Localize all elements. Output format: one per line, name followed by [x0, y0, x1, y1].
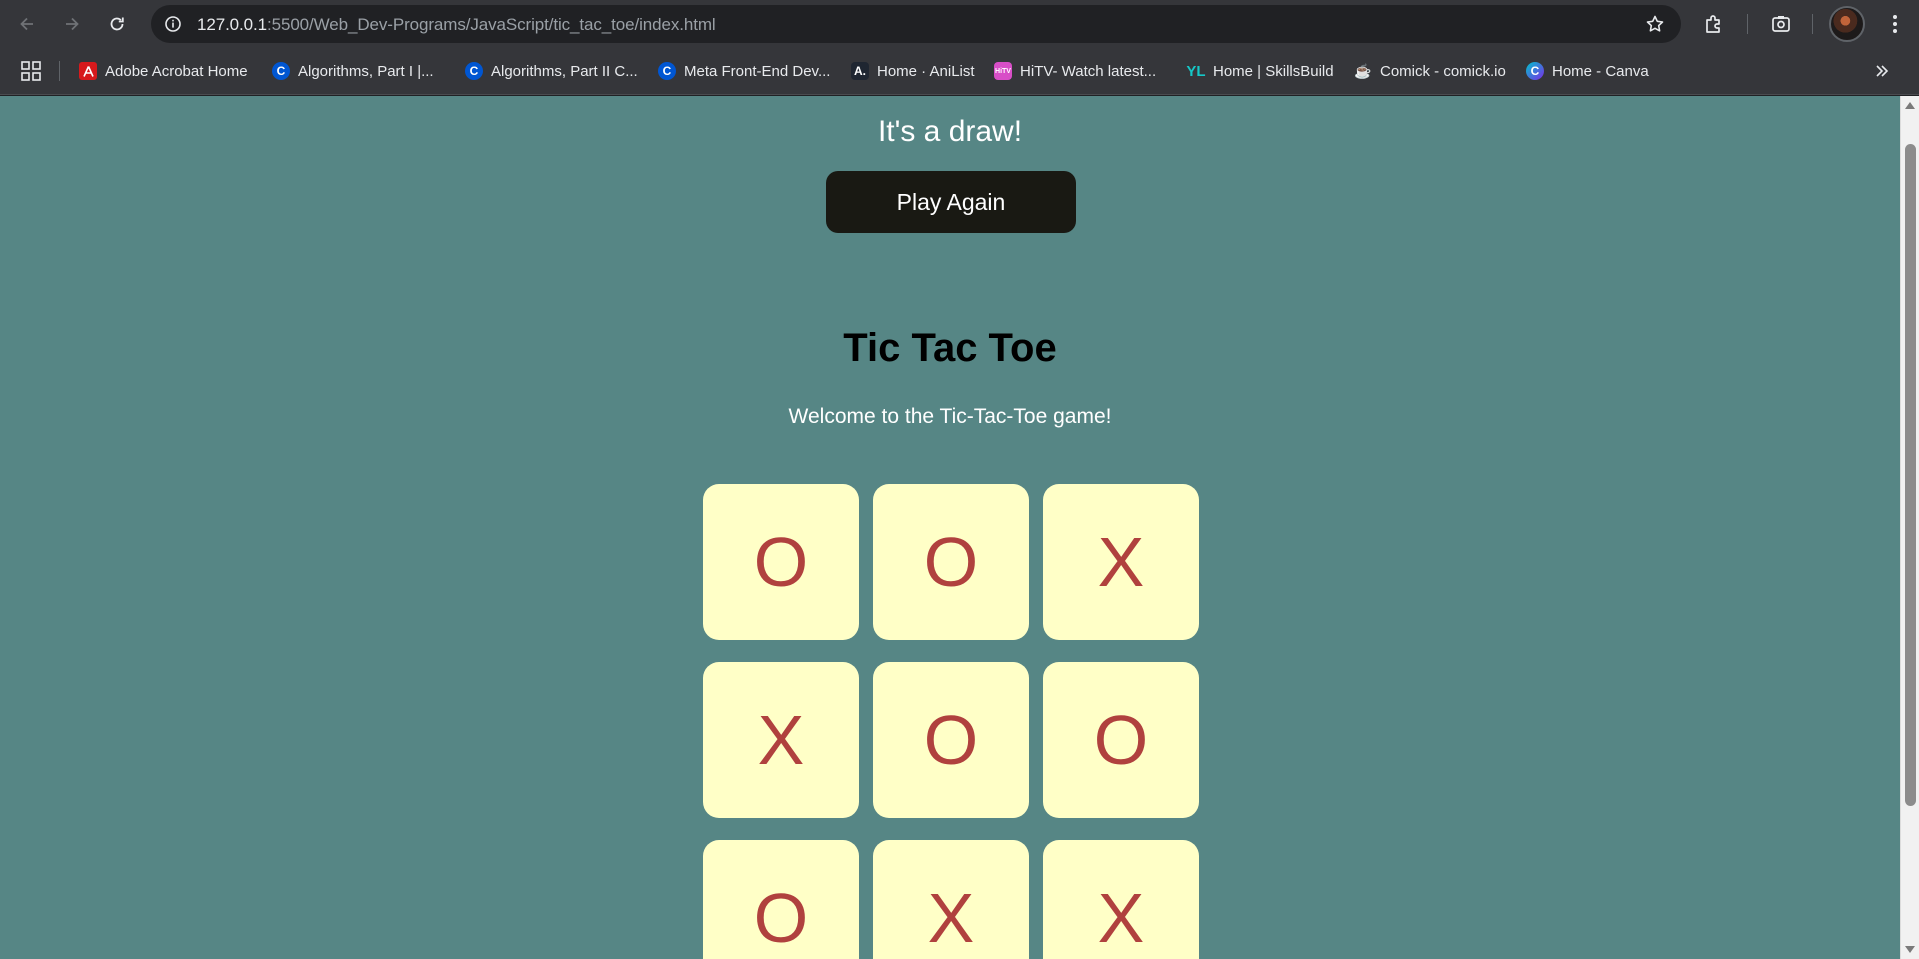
url-path: :5500/Web_Dev-Programs/JavaScript/tic_ta…	[267, 15, 716, 34]
board-cell-5[interactable]: O	[873, 662, 1029, 818]
extensions-icon[interactable]	[1700, 10, 1728, 38]
board-cell-7[interactable]: O	[703, 840, 859, 959]
reload-icon	[110, 17, 124, 31]
address-bar[interactable]: 127.0.0.1:5500/Web_Dev-Programs/JavaScri…	[151, 5, 1681, 43]
forward-button[interactable]	[56, 8, 88, 40]
bookmark-label: HiTV- Watch latest...	[1020, 62, 1157, 80]
board-cell-3[interactable]: X	[1043, 484, 1199, 640]
canva-icon: C	[1526, 62, 1544, 80]
scroll-up-arrow-icon[interactable]	[1905, 102, 1915, 109]
chevron-double-right-icon[interactable]	[1871, 60, 1893, 82]
bookmark-label: Comick - comick.io	[1380, 62, 1506, 80]
board-cell-9[interactable]: X	[1043, 840, 1199, 959]
bookmark-label: Home - Canva	[1552, 62, 1649, 80]
screenshot-icon[interactable]	[1767, 10, 1795, 38]
back-button[interactable]	[11, 8, 43, 40]
coursera-icon: C	[272, 62, 290, 80]
more-menu-icon[interactable]	[1881, 10, 1909, 38]
play-again-button[interactable]: Play Again	[826, 171, 1076, 233]
bookmark-canva[interactable]: C Home - Canva	[1526, 58, 1649, 84]
board-cell-6[interactable]: O	[1043, 662, 1199, 818]
anilist-icon: A.	[851, 62, 869, 80]
bookmark-meta-front-end[interactable]: C Meta Front-End Dev...	[658, 58, 830, 84]
reload-button[interactable]	[101, 8, 133, 40]
profile-avatar[interactable]	[1829, 6, 1865, 42]
board-cell-4[interactable]: X	[703, 662, 859, 818]
bookmark-star-icon[interactable]	[1643, 12, 1667, 36]
bookmark-label: Algorithms, Part II C...	[491, 62, 638, 80]
hitv-icon: HiTV	[994, 62, 1012, 80]
bookmark-label: Home | SkillsBuild	[1213, 62, 1334, 80]
page-title: Tic Tac Toe	[843, 326, 1057, 370]
bookmark-label: Algorithms, Part I |...	[298, 62, 434, 80]
arrow-right-icon	[66, 17, 79, 31]
page-scrollbar[interactable]	[1900, 96, 1919, 959]
comick-icon: ☕	[1354, 62, 1372, 79]
bookmark-label: Home · AniList	[877, 62, 975, 80]
scrollbar-thumb[interactable]	[1905, 144, 1916, 806]
coursera-icon: C	[658, 62, 676, 80]
bookmark-anilist[interactable]: A. Home · AniList	[851, 58, 975, 84]
bookmark-label: Adobe Acrobat Home	[105, 62, 248, 80]
bookmark-comick[interactable]: ☕ Comick - comick.io	[1354, 58, 1506, 84]
apps-grid-icon[interactable]	[20, 60, 42, 82]
toolbar-divider	[1747, 14, 1748, 34]
bookmark-hitv[interactable]: HiTV HiTV- Watch latest...	[994, 58, 1156, 84]
board-cell-8[interactable]: X	[873, 840, 1029, 959]
board-cell-2[interactable]: O	[873, 484, 1029, 640]
result-message: It's a draw!	[877, 115, 1023, 148]
browser-toolbar: 127.0.0.1:5500/Web_Dev-Programs/JavaScri…	[0, 0, 1919, 47]
arrow-left-icon	[20, 17, 33, 31]
toolbar-divider	[1812, 14, 1813, 34]
skillsbuild-icon: YL	[1186, 62, 1206, 80]
bookmark-label: Meta Front-End Dev...	[684, 62, 831, 80]
scroll-down-arrow-icon[interactable]	[1905, 946, 1915, 953]
bookmark-algorithms-part-2[interactable]: C Algorithms, Part II C...	[465, 58, 638, 84]
bookmark-adobe-acrobat[interactable]: Adobe Acrobat Home	[79, 58, 248, 84]
bookmark-algorithms-part-1[interactable]: C Algorithms, Part I |...	[272, 58, 434, 84]
bookmarks-divider	[59, 61, 60, 81]
game-board: O O X X O O O X X	[703, 484, 1199, 959]
acrobat-icon	[79, 62, 97, 80]
site-info-icon[interactable]	[159, 10, 187, 38]
url-host: 127.0.0.1	[197, 15, 267, 34]
bookmark-skillsbuild[interactable]: YL Home | SkillsBuild	[1186, 58, 1334, 84]
bookmarks-bar: Adobe Acrobat Home C Algorithms, Part I …	[0, 47, 1919, 95]
coursera-icon: C	[465, 62, 483, 80]
url-text[interactable]: 127.0.0.1:5500/Web_Dev-Programs/JavaScri…	[197, 15, 716, 35]
page-viewport: It's a draw! Play Again Tic Tac Toe Welc…	[0, 96, 1900, 959]
welcome-text: Welcome to the Tic-Tac-Toe game!	[788, 405, 1112, 428]
board-cell-1[interactable]: O	[703, 484, 859, 640]
